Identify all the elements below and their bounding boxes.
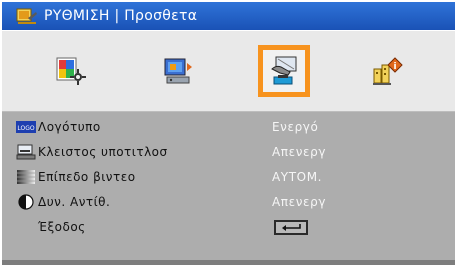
tab-display[interactable] bbox=[152, 45, 204, 97]
tab-picture[interactable] bbox=[44, 45, 96, 97]
setup-menu-icon bbox=[16, 7, 38, 25]
menu-item-label: Επίπεδο βιντεο bbox=[38, 170, 136, 184]
title-bar: ΡΥΘΜΙΣΗ | Προσθετα bbox=[2, 2, 455, 30]
svg-text:LOGO: LOGO bbox=[17, 125, 35, 132]
menu-item-dynamic-contrast[interactable]: Δυν. Αντίθ. Απενεργ bbox=[2, 190, 455, 214]
tab-info[interactable]: i bbox=[362, 45, 414, 97]
logo-icon: LOGO bbox=[16, 119, 36, 135]
menu-item-closed-caption[interactable]: Κλειστος υποτιτλοσ Απενεργ bbox=[2, 140, 455, 164]
menu-item-value: Απενεργ bbox=[272, 195, 327, 209]
menu-item-label: Κλειστος υποτιτλοσ bbox=[38, 145, 168, 159]
menu-item-logo[interactable]: LOGO Λογότυπο Ενεργό bbox=[2, 115, 455, 139]
menu-item-value: Ενεργό bbox=[272, 120, 319, 134]
menu-item-video-level[interactable]: Επίπεδο βιντεο ΑΥΤΟΜ. bbox=[2, 165, 455, 189]
menu-title: ΡΥΘΜΙΣΗ | Προσθετα bbox=[44, 8, 198, 24]
picture-palette-icon bbox=[56, 57, 86, 85]
enter-key-icon bbox=[274, 219, 308, 235]
menu-item-label: Έξοδος bbox=[38, 220, 86, 234]
display-screen-icon bbox=[164, 58, 192, 84]
osd-menu: ΡΥΘΜΙΣΗ | Προσθετα i LOGO Λογότυπο Ενεργ… bbox=[0, 0, 457, 267]
info-building-icon: i bbox=[373, 57, 403, 85]
category-tabs: i bbox=[2, 31, 455, 112]
tab-setup[interactable] bbox=[258, 45, 310, 97]
dynamic-contrast-icon bbox=[16, 194, 36, 210]
menu-item-label: Δυν. Αντίθ. bbox=[38, 195, 111, 209]
menu-item-value: Απενεργ bbox=[272, 145, 327, 159]
menu-item-exit[interactable]: Έξοδος bbox=[2, 215, 455, 239]
menu-footer-bar bbox=[2, 260, 455, 265]
video-level-icon bbox=[16, 169, 36, 185]
closed-caption-icon bbox=[16, 144, 36, 160]
settings-list: LOGO Λογότυπο Ενεργό Κλειστος υποτιτλοσ … bbox=[2, 112, 455, 260]
svg-text:i: i bbox=[393, 62, 396, 72]
menu-item-label: Λογότυπο bbox=[38, 120, 101, 134]
setup-hand-icon bbox=[271, 56, 297, 85]
menu-item-value: ΑΥΤΟΜ. bbox=[272, 170, 323, 184]
